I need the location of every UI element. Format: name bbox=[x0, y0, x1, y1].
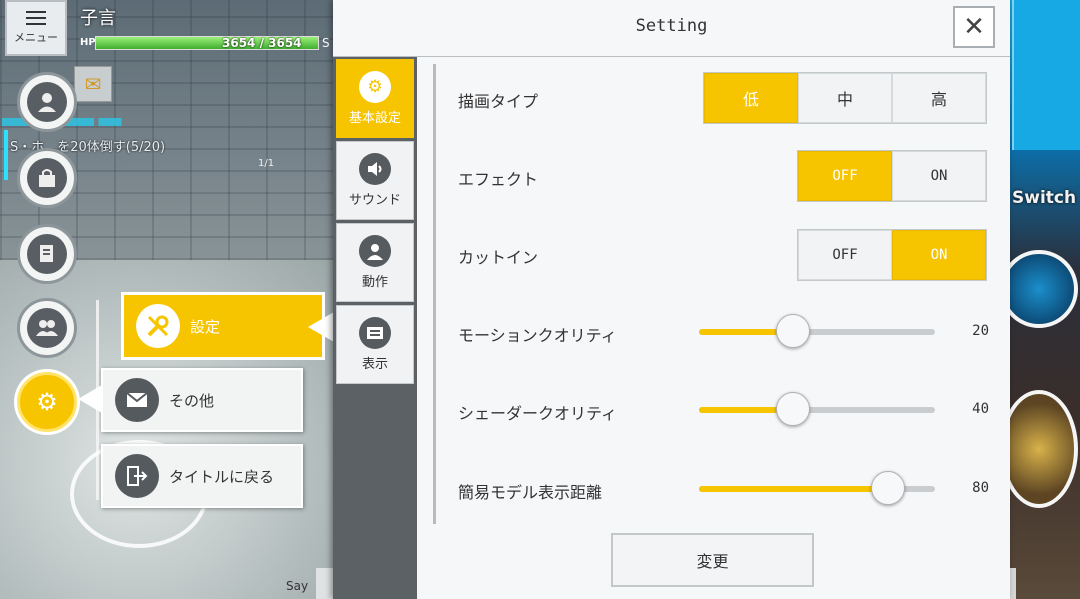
simple-model-distance-value: 80 bbox=[972, 480, 989, 496]
effect-off[interactable]: OFF bbox=[798, 151, 892, 201]
skill-icon[interactable] bbox=[1000, 390, 1078, 508]
content-divider bbox=[433, 64, 436, 524]
other-menu-label: その他 bbox=[169, 391, 215, 410]
title-divider bbox=[333, 56, 1010, 57]
apply-button[interactable]: 変更 bbox=[611, 533, 814, 587]
mail-icon bbox=[115, 378, 159, 422]
simple-model-distance-slider[interactable] bbox=[699, 471, 935, 505]
side-menu-settings[interactable]: ⚙ bbox=[17, 372, 77, 432]
settings-pointer bbox=[308, 312, 334, 342]
side-menu-inventory[interactable] bbox=[17, 148, 77, 208]
motion-quality-label: モーションクオリティ bbox=[458, 326, 617, 345]
close-button[interactable]: ✕ bbox=[953, 6, 995, 48]
motion-quality-slider[interactable] bbox=[699, 314, 935, 348]
tab-display[interactable]: 表示 bbox=[336, 305, 414, 384]
motion-quality-value: 20 bbox=[972, 323, 989, 339]
side-menu-friends[interactable] bbox=[17, 298, 77, 358]
return-title-menu-item[interactable]: タイトルに戻る bbox=[101, 444, 303, 508]
tab-basic-settings[interactable]: ⚙ 基本設定 bbox=[336, 59, 414, 138]
exit-icon bbox=[115, 454, 159, 498]
cut-in-on[interactable]: ON bbox=[892, 230, 986, 280]
settings-menu-label: 設定 bbox=[190, 317, 221, 336]
settings-tab-bar: ⚙ 基本設定 サウンド 動作 表示 bbox=[333, 57, 417, 599]
render-type-mid[interactable]: 中 bbox=[798, 73, 892, 123]
side-menu-profile[interactable] bbox=[17, 72, 77, 132]
panel-title: Setting bbox=[635, 16, 708, 36]
speaker-icon bbox=[359, 153, 391, 185]
shader-quality-value: 40 bbox=[972, 401, 989, 417]
menu-button[interactable]: メニュー bbox=[5, 0, 67, 56]
bag-icon bbox=[27, 158, 67, 198]
render-type-selector: 低 中 高 bbox=[703, 72, 987, 124]
cut-in-label: カットイン bbox=[458, 248, 539, 267]
shader-quality-label: シェーダークオリティ bbox=[458, 404, 618, 423]
quest-marker bbox=[4, 130, 8, 180]
effect-toggle: OFF ON bbox=[797, 150, 987, 202]
slider-knob[interactable] bbox=[870, 471, 905, 505]
person-icon bbox=[27, 82, 67, 122]
settings-menu-item[interactable]: 設定 bbox=[121, 292, 325, 360]
shader-quality-slider[interactable] bbox=[699, 392, 935, 426]
display-icon bbox=[359, 317, 391, 349]
menu-label: メニュー bbox=[14, 31, 58, 44]
wrench-icon bbox=[136, 304, 180, 348]
minimap-panel[interactable] bbox=[1012, 0, 1080, 150]
quest-count: 1/1 bbox=[258, 158, 275, 169]
render-type-low[interactable]: 低 bbox=[704, 73, 798, 123]
other-pointer bbox=[78, 385, 102, 413]
document-icon bbox=[27, 234, 67, 274]
effect-label: エフェクト bbox=[458, 170, 539, 189]
tab-behavior[interactable]: 動作 bbox=[336, 223, 414, 302]
skill-switch-icon[interactable] bbox=[1000, 250, 1078, 328]
hp-label: HP bbox=[80, 37, 96, 48]
hp-value: 3654 / 3654 bbox=[222, 36, 302, 50]
cut-in-toggle: OFF ON bbox=[797, 229, 987, 281]
effect-on[interactable]: ON bbox=[892, 151, 986, 201]
person-icon bbox=[359, 235, 391, 267]
tab-label: サウンド bbox=[348, 193, 401, 208]
close-icon: ✕ bbox=[963, 12, 985, 42]
gear-icon: ⚙ bbox=[359, 71, 391, 103]
tab-label: 動作 bbox=[361, 275, 388, 290]
switch-label: Switch bbox=[1012, 188, 1077, 208]
tab-label: 基本設定 bbox=[348, 111, 401, 126]
render-type-high[interactable]: 高 bbox=[892, 73, 986, 123]
slider-fill bbox=[699, 486, 888, 492]
people-icon bbox=[27, 308, 67, 348]
hp-extra: S bbox=[322, 36, 330, 50]
tab-sound[interactable]: サウンド bbox=[336, 141, 414, 220]
return-title-label: タイトルに戻る bbox=[169, 467, 275, 486]
cut-in-off[interactable]: OFF bbox=[798, 230, 892, 280]
other-menu-item[interactable]: その他 bbox=[101, 368, 303, 432]
hamburger-icon bbox=[26, 11, 46, 25]
player-name: 子言 bbox=[80, 8, 116, 29]
render-type-label: 描画タイプ bbox=[458, 92, 539, 111]
slider-knob[interactable] bbox=[776, 392, 811, 426]
side-menu-quest[interactable] bbox=[17, 224, 77, 284]
slider-knob[interactable] bbox=[776, 314, 811, 348]
settings-panel: Setting ✕ ⚙ 基本設定 サウンド 動作 表示 描画タイプ 低 中 高 … bbox=[333, 0, 1010, 599]
simple-model-distance-label: 簡易モデル表示距離 bbox=[458, 483, 603, 502]
gear-icon: ⚙ bbox=[27, 382, 67, 422]
tab-label: 表示 bbox=[361, 357, 388, 372]
say-label: Say bbox=[286, 579, 309, 593]
mail-icon[interactable]: ✉ bbox=[74, 66, 112, 102]
